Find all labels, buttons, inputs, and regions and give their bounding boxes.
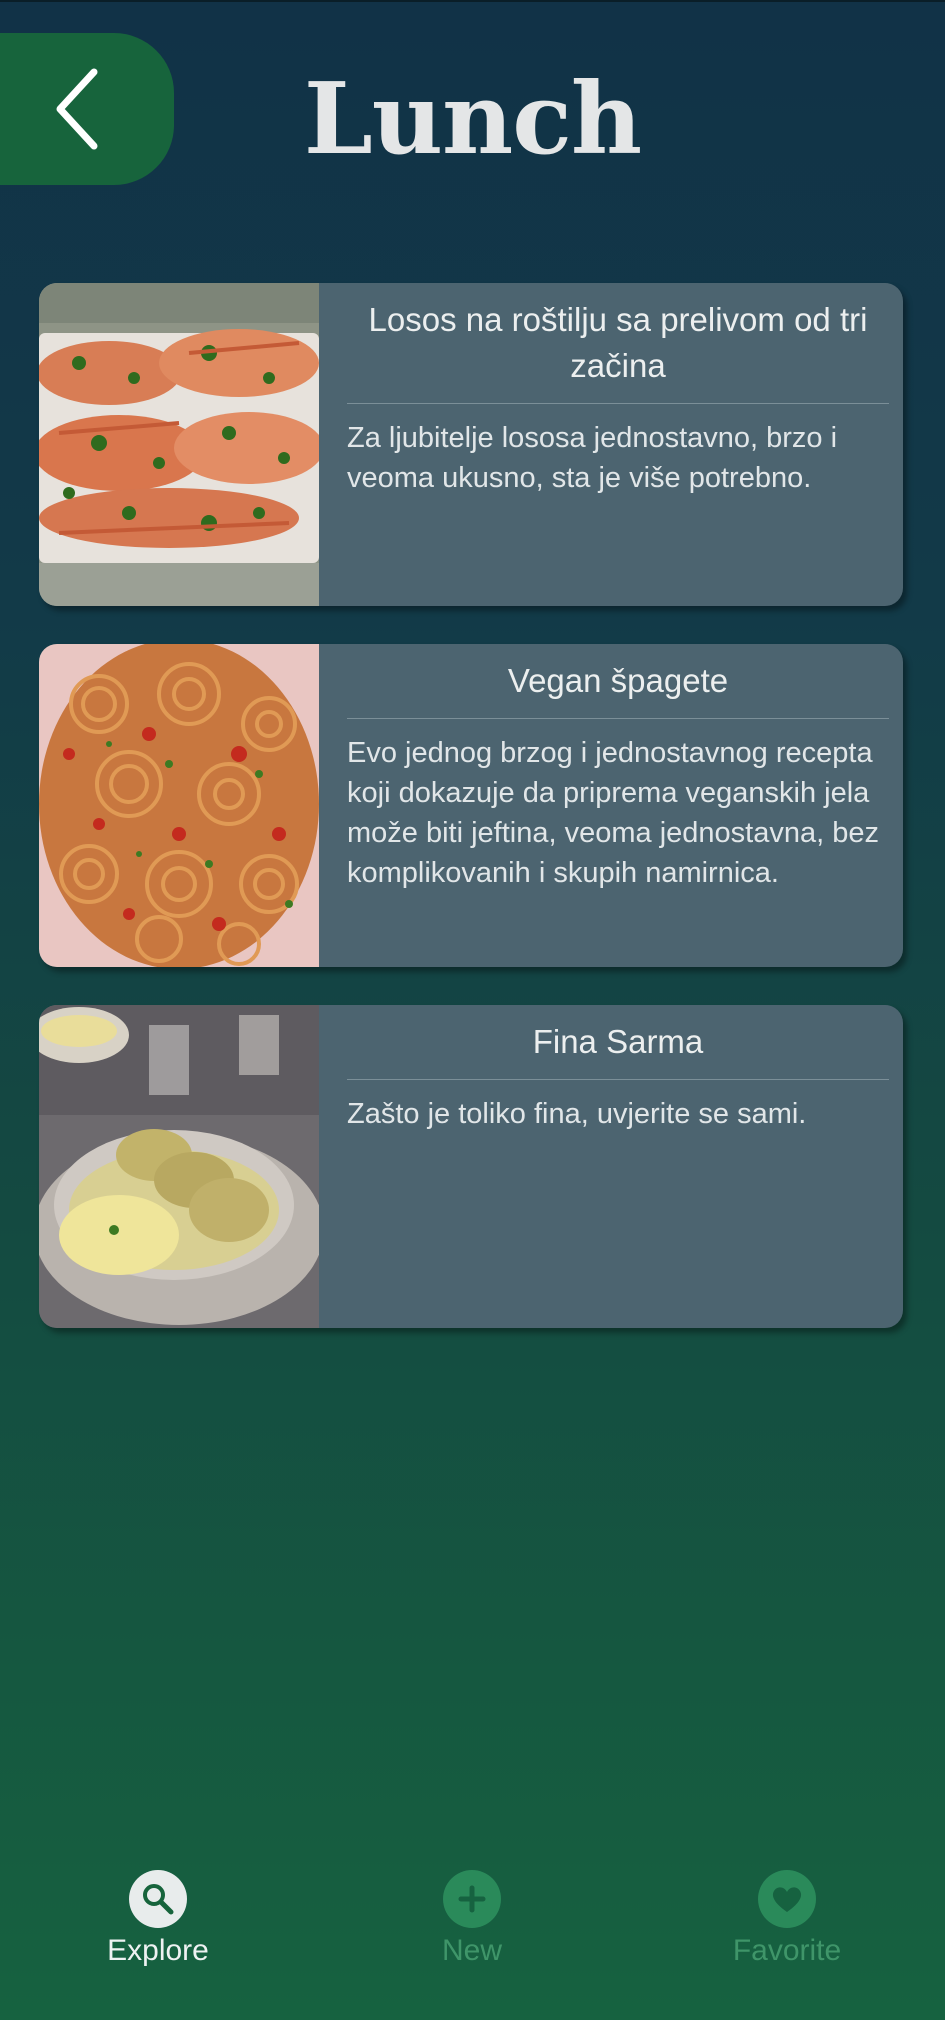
spaghetti-image [39,644,319,967]
recipe-description: Evo jednog brzog i jednostavnog recepta … [347,737,879,889]
recipe-title: Losos na roštilju sa prelivom od tri zač… [347,297,889,404]
nav-new-label: New [441,1934,502,1967]
recipe-card[interactable]: Fina Sarma Zašto je toliko fina, uvjerit… [39,1005,903,1328]
nav-favorite[interactable]: Favorite [677,1870,897,1968]
recipe-card[interactable]: Losos na roštilju sa prelivom od tri zač… [39,283,903,606]
nav-favorite-label: Favorite [732,1934,842,1967]
bottom-navigation: Explore New Favorite [0,1870,945,2020]
search-icon [129,1870,187,1928]
recipe-card[interactable]: Vegan špagete Evo jednog brzog i jednost… [39,644,903,967]
sarma-image [39,1005,319,1328]
recipe-description: Za ljubitelje lososa jednostavno, brzo i… [347,422,838,494]
nav-explore-label: Explore [107,1934,209,1967]
plus-icon [443,1870,501,1928]
grilled-salmon-image [39,283,319,606]
heart-icon [758,1870,816,1928]
page-title: Lunch [303,62,642,177]
recipe-title: Vegan špagete [347,658,889,719]
nav-new[interactable]: New [362,1870,582,1968]
status-bar [0,0,945,2]
recipe-title: Fina Sarma [347,1019,889,1080]
nav-explore[interactable]: Explore [48,1870,268,1968]
recipe-description: Zašto je toliko fina, uvjerite se sami. [347,1098,807,1130]
recipe-list: Losos na roštilju sa prelivom od tri zač… [39,283,903,1366]
